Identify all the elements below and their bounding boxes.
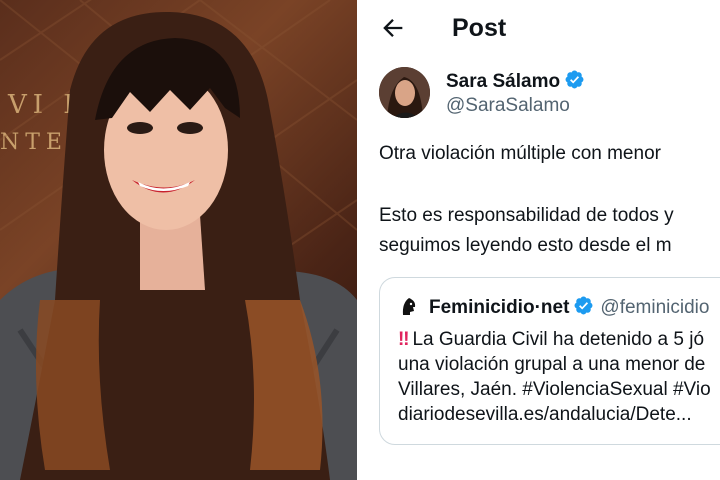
quoted-handle[interactable]: @feminicidio [600, 297, 709, 318]
post-header: Post [357, 0, 720, 58]
author-avatar[interactable] [379, 67, 430, 118]
double-exclamation-icon: ‼ [398, 329, 410, 350]
quoted-text-1: La Guardia Civil ha detenido a 5 jó [412, 329, 705, 350]
post-text-line-2: Esto es responsabilidad de todos y [379, 205, 674, 226]
quoted-link[interactable]: diariodesevilla.es/andalucia/Dete... [398, 404, 692, 426]
quoted-author-name[interactable]: Feminicidio·net [429, 297, 569, 318]
back-arrow-icon[interactable] [379, 14, 407, 42]
verified-badge-icon [565, 70, 584, 89]
author-name-text[interactable]: Sara Sálamo [446, 71, 560, 92]
page-title: Post [452, 14, 507, 42]
woman-figure [0, 0, 357, 480]
quoted-post-card[interactable]: Feminicidio·net @feminicidio ‼ La Guardia … [379, 277, 720, 445]
portrait-photo: VI E NTE [0, 0, 357, 480]
quoted-text-line-2: una violación grupal a una menor de [398, 354, 706, 375]
post-text-line-1: Otra violación múltiple con menor [379, 143, 661, 164]
quoted-text-line-1: ‼ La Guardia Civil ha detenido a 5 jó [398, 329, 704, 351]
author-handle[interactable]: @SaraSalamo [446, 95, 570, 117]
post-text-line-3: seguimos leyendo esto desde el m [379, 235, 672, 256]
post-panel: Post Sara Sálamo @SaraSalamo Otra violac… [357, 0, 720, 480]
avatar-image [379, 67, 430, 118]
author-name[interactable]: Sara Sálamo [446, 69, 585, 93]
quoted-verified-badge-icon [574, 296, 593, 315]
quoted-author[interactable]: Feminicidio·net @feminicidio [429, 295, 709, 319]
quoted-avatar-icon [398, 295, 420, 317]
quoted-text-line-3: Villares, Jaén. #ViolenciaSexual #Vio [398, 379, 711, 400]
